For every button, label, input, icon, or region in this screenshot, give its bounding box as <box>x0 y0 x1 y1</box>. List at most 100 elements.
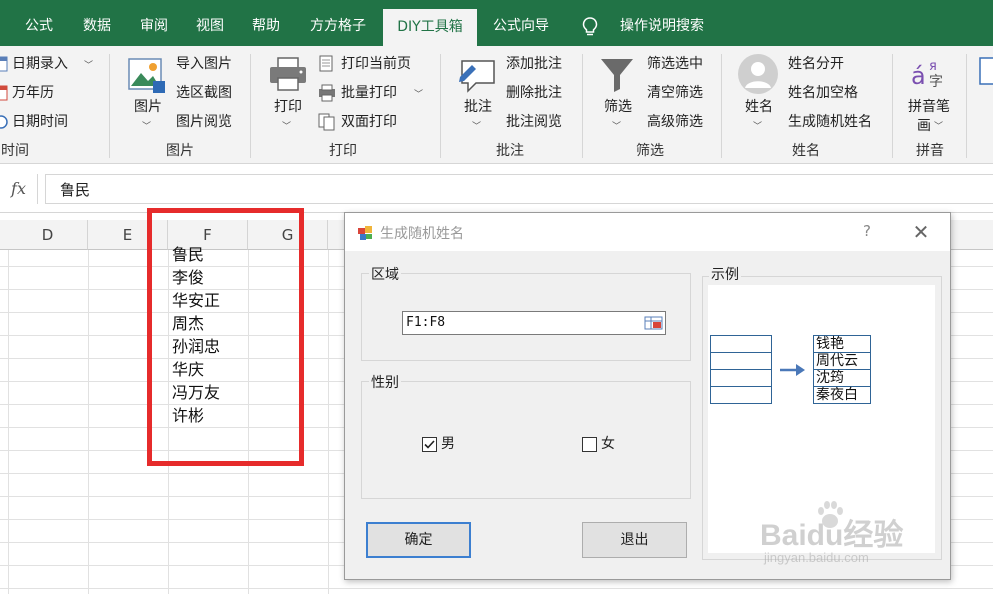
gender-label: 性别 <box>369 372 401 392</box>
batch-print-icon <box>319 84 335 102</box>
svg-text:я: я <box>929 59 937 74</box>
print-page-icon <box>319 55 333 72</box>
generate-random-name-button[interactable]: 生成随机姓名 <box>788 111 872 133</box>
example-empty-cell <box>710 386 772 404</box>
tab-fangfang[interactable]: 方方格子 <box>294 0 382 46</box>
range-label: 区域 <box>369 264 401 284</box>
chevron-down-icon[interactable]: ﹀ <box>282 119 291 132</box>
picture-viewer-button[interactable]: 图片阅览 <box>176 111 232 133</box>
female-checkbox[interactable] <box>582 437 597 452</box>
range-input[interactable]: F1:F8 <box>402 311 666 335</box>
group-label-picture: 图片 <box>166 143 194 159</box>
baidu-watermark: Baidu经验 jingyan.baidu.com <box>760 500 960 580</box>
clock-icon <box>0 115 8 129</box>
tab-formulas[interactable]: 公式 <box>10 0 68 46</box>
person-avatar-icon <box>738 54 778 94</box>
duplex-print-button[interactable]: 双面打印 <box>341 111 397 133</box>
group-separator <box>109 54 110 158</box>
example-empty-cell <box>710 352 772 370</box>
comment-big-button[interactable]: 批注 <box>458 96 498 116</box>
calendar-icon <box>0 56 8 72</box>
group-separator <box>892 54 893 158</box>
chevron-down-icon[interactable]: ﹀ <box>414 87 423 100</box>
filter-selected-button[interactable]: 筛选选中 <box>647 53 703 75</box>
gender-groupbox <box>361 381 691 499</box>
name-big-button[interactable]: 姓名 <box>739 96 779 116</box>
grid-line <box>0 588 993 589</box>
split-name-button[interactable]: 姓名分开 <box>788 53 844 75</box>
example-name-cell: 沈筠 <box>813 369 871 387</box>
tab-review[interactable]: 审阅 <box>126 0 182 46</box>
tab-formula-wizard[interactable]: 公式向导 <box>480 0 562 46</box>
svg-text:字: 字 <box>929 74 943 90</box>
perpetual-calendar-button[interactable]: 万年历 <box>12 82 54 104</box>
dialog-title: 生成随机姓名 <box>380 226 464 242</box>
tab-view[interactable]: 视图 <box>182 0 238 46</box>
chevron-down-icon[interactable]: ﹀ <box>612 119 621 132</box>
pinyin-strokes-button[interactable]: 拼音笔 <box>904 96 954 116</box>
male-label[interactable]: 男 <box>441 433 455 453</box>
example-label: 示例 <box>709 264 741 284</box>
group-label-comment: 批注 <box>496 143 524 159</box>
picture-icon <box>128 58 165 93</box>
chevron-down-icon[interactable]: ﹀ <box>934 119 943 132</box>
chevron-down-icon[interactable]: ﹀ <box>753 119 762 132</box>
female-label[interactable]: 女 <box>601 433 615 453</box>
ribbon-tab-bar: 公式 数据 审阅 视图 帮助 方方格子 DIY工具箱 公式向导 操作说明搜索 <box>0 0 993 46</box>
tab-diy-toolbox[interactable]: DIY工具箱 <box>383 9 477 46</box>
date-time-button[interactable]: 日期时间 <box>12 111 68 133</box>
arrow-right-icon <box>780 364 805 376</box>
chevron-down-icon[interactable]: ﹀ <box>472 119 481 132</box>
printer-icon <box>270 57 306 91</box>
insert-function-button[interactable]: fx <box>0 174 38 204</box>
filter-big-button[interactable]: 筛选 <box>598 96 638 116</box>
duplex-print-icon <box>318 113 335 131</box>
highlight-box <box>147 208 304 466</box>
group-label-filter: 筛选 <box>636 143 664 159</box>
batch-print-button[interactable]: 批量打印 <box>341 82 397 104</box>
clear-filter-button[interactable]: 清空筛选 <box>647 82 703 104</box>
date-entry-button[interactable]: 日期录入 <box>12 53 68 75</box>
region-screenshot-button[interactable]: 选区截图 <box>176 82 232 104</box>
checkmark-icon <box>424 440 435 449</box>
name-add-space-button[interactable]: 姓名加空格 <box>788 82 858 104</box>
ribbon: 日期录入 ﹀ 万年历 日期时间 时间 图片 ﹀ 导入图片 选区截图 图片阅览 图… <box>0 46 993 164</box>
group-label-name: 姓名 <box>792 143 820 159</box>
chevron-down-icon[interactable]: ﹀ <box>142 119 151 132</box>
dialog-title-bar[interactable]: 生成随机姓名 ? ✕ <box>345 213 950 251</box>
cut-off-tool-icon <box>979 57 993 85</box>
filter-funnel-icon <box>601 59 633 92</box>
print-current-page-button[interactable]: 打印当前页 <box>341 53 411 75</box>
tab-data[interactable]: 数据 <box>68 0 126 46</box>
range-select-icon[interactable] <box>643 313 665 333</box>
exit-button[interactable]: 退出 <box>582 522 687 558</box>
group-separator <box>250 54 251 158</box>
picture-big-button[interactable]: 图片 <box>128 96 168 116</box>
comment-viewer-button[interactable]: 批注阅览 <box>506 111 562 133</box>
ok-button[interactable]: 确定 <box>366 522 471 558</box>
import-picture-button[interactable]: 导入图片 <box>176 53 232 75</box>
formula-bar: fx 鲁民 <box>0 165 993 213</box>
delete-comment-button[interactable]: 删除批注 <box>506 82 562 104</box>
close-button[interactable]: ✕ <box>910 221 932 243</box>
watermark-url: jingyan.baidu.com <box>764 550 869 565</box>
print-big-button[interactable]: 打印 <box>268 96 308 116</box>
calendar-red-icon <box>0 85 8 101</box>
pinyin-icon: á я 字 <box>911 59 943 90</box>
chevron-down-icon[interactable]: ﹀ <box>84 58 93 71</box>
add-comment-button[interactable]: 添加批注 <box>506 53 562 75</box>
formula-input[interactable]: 鲁民 <box>45 174 993 204</box>
male-checkbox[interactable] <box>422 437 437 452</box>
group-separator <box>966 54 967 158</box>
app-form-icon <box>358 226 372 240</box>
advanced-filter-button[interactable]: 高级筛选 <box>647 111 703 133</box>
help-button[interactable]: ? <box>857 222 877 242</box>
example-empty-cell <box>710 369 772 387</box>
tab-help[interactable]: 帮助 <box>238 0 294 46</box>
example-name-cell: 周代云 <box>813 352 871 370</box>
group-label-pinyin: 拼音 <box>916 143 944 159</box>
tell-me-search[interactable]: 操作说明搜索 <box>610 0 714 46</box>
column-header-d[interactable]: D <box>8 220 88 250</box>
example-empty-cell <box>710 335 772 353</box>
watermark-brand: Baidu经验 <box>760 519 904 552</box>
